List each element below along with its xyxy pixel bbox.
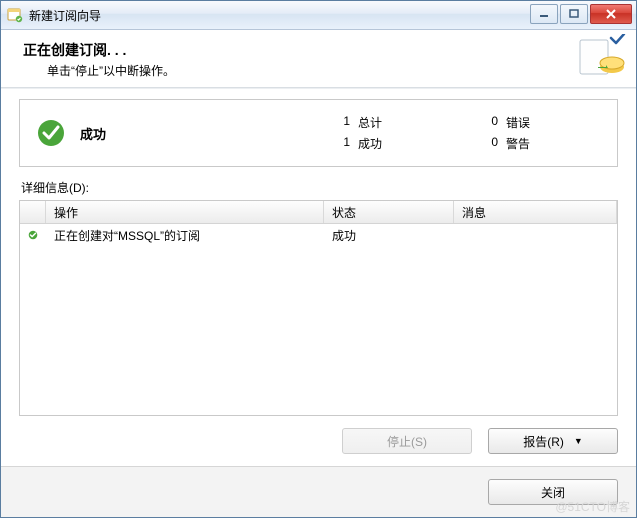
col-message[interactable]: 消息: [454, 201, 617, 223]
chevron-down-icon: ▼: [574, 436, 583, 446]
table-header: 操作 状态 消息: [20, 201, 617, 224]
success-icon: [36, 118, 66, 148]
window-title: 新建订阅向导: [29, 7, 101, 24]
report-button[interactable]: 报告(R) ▼: [488, 428, 618, 454]
action-row: 停止(S) 报告(R) ▼: [19, 416, 618, 466]
stat-total-n: 1: [330, 114, 350, 131]
close-dialog-label: 关闭: [541, 484, 565, 501]
row-operation: 正在创建对“MSSQL”的订阅: [46, 227, 324, 244]
titlebar[interactable]: 新建订阅向导: [1, 1, 636, 30]
wizard-window: 新建订阅向导 正在创建订阅. . . 单击“停止”以中断操作。: [0, 0, 637, 518]
row-status: 成功: [324, 227, 454, 244]
col-icon[interactable]: [20, 201, 46, 223]
row-status-icon: [20, 228, 46, 242]
table-row[interactable]: 正在创建对“MSSQL”的订阅 成功: [20, 224, 617, 246]
header-icon: [578, 34, 626, 78]
col-status[interactable]: 状态: [324, 201, 454, 223]
app-icon: [7, 7, 23, 23]
col-operation[interactable]: 操作: [46, 201, 324, 223]
minimize-button[interactable]: [530, 4, 558, 24]
close-dialog-button[interactable]: 关闭: [488, 479, 618, 505]
stop-button-label: 停止(S): [387, 433, 427, 450]
page-title: 正在创建订阅. . .: [23, 40, 175, 60]
close-button[interactable]: [590, 4, 632, 24]
stat-error-label: 错误: [506, 114, 530, 131]
window-buttons: [530, 4, 632, 24]
header: 正在创建订阅. . . 单击“停止”以中断操作。: [1, 30, 636, 87]
stat-warn-label: 警告: [506, 135, 530, 152]
details-label: 详细信息(D):: [21, 179, 618, 196]
summary-stats: 1 总计 0 错误 1 成功 0 警告: [330, 114, 530, 152]
details-table: 操作 状态 消息 正在创建对“MSSQL”的订阅 成功: [19, 200, 618, 416]
maximize-button[interactable]: [560, 4, 588, 24]
stat-warn-n: 0: [478, 135, 498, 152]
stat-error-n: 0: [478, 114, 498, 131]
stat-success-n: 1: [330, 135, 350, 152]
summary-panel: 成功 1 总计 0 错误 1 成功 0 警告: [19, 99, 618, 167]
report-button-label: 报告(R): [523, 433, 564, 450]
footer: 关闭: [1, 466, 636, 517]
stop-button: 停止(S): [342, 428, 472, 454]
stat-total-label: 总计: [358, 114, 382, 131]
page-subtitle: 单击“停止”以中断操作。: [47, 62, 175, 79]
body: 成功 1 总计 0 错误 1 成功 0 警告 详细信息(D): 操作 状态 消息: [1, 89, 636, 466]
summary-status: 成功: [80, 124, 330, 143]
stat-success-label: 成功: [358, 135, 382, 152]
